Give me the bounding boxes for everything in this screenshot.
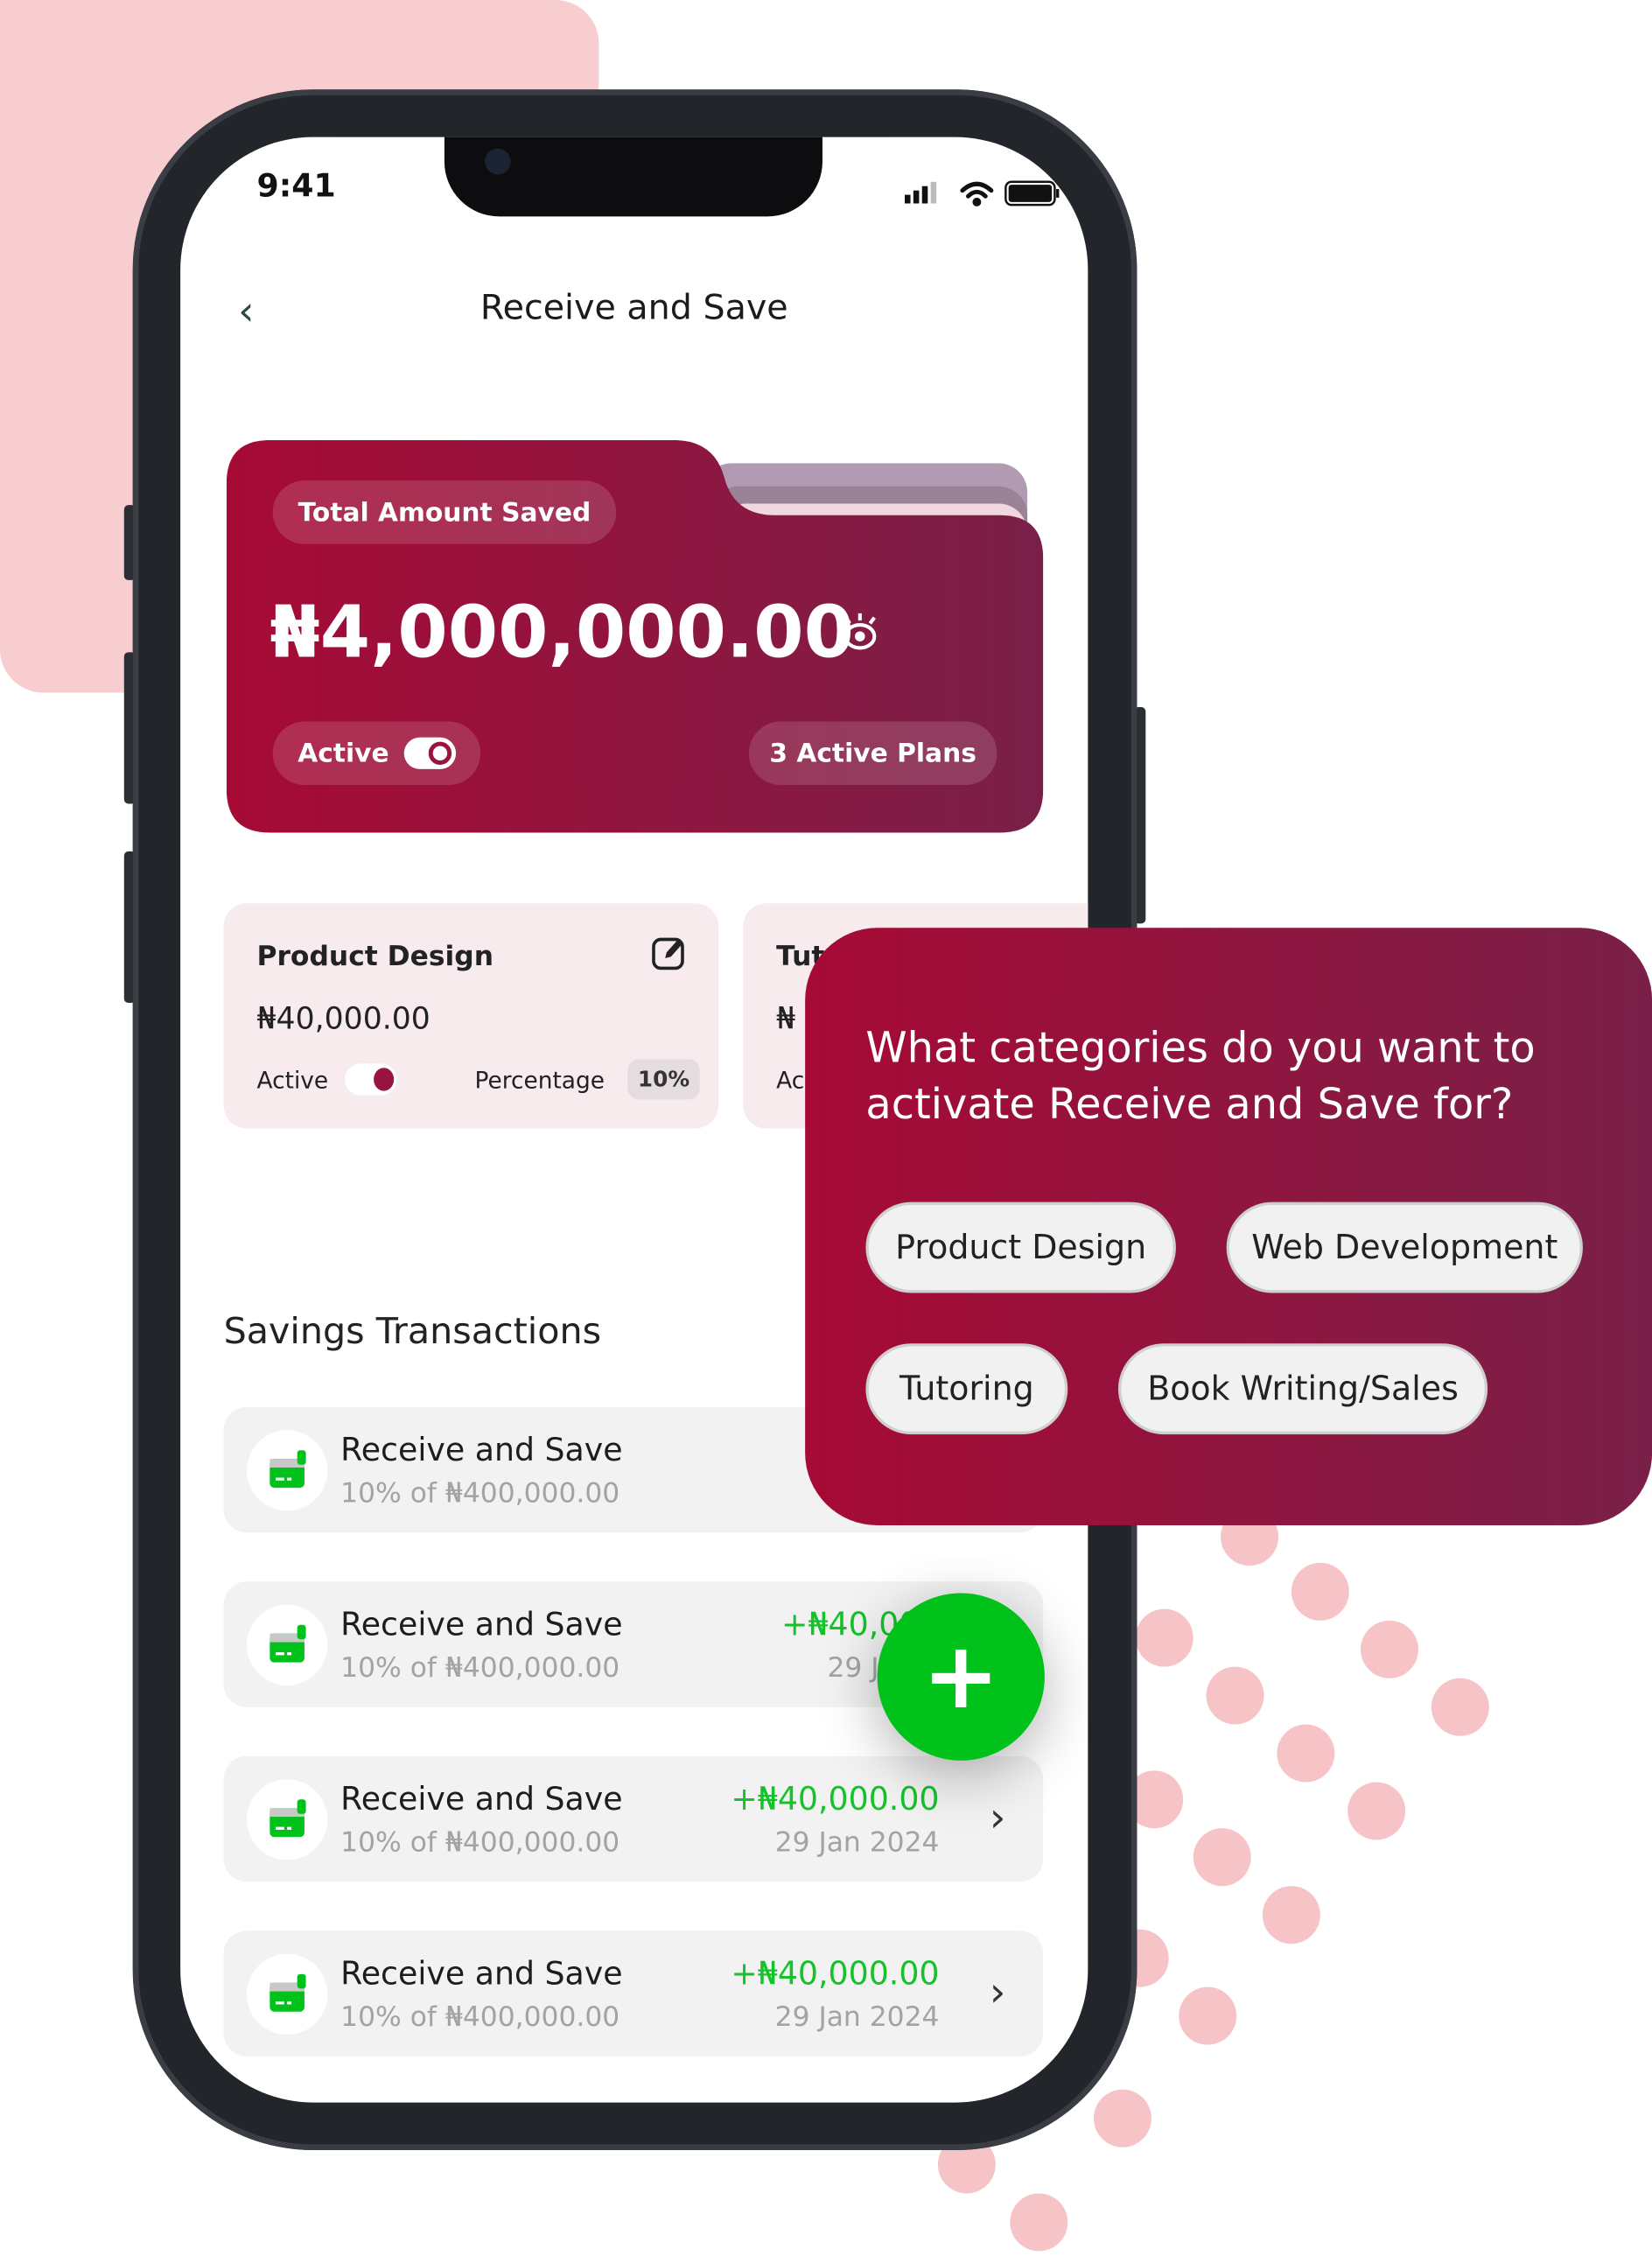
transaction-title: Receive and Save [340,1957,623,1993]
transaction-title: Receive and Save [340,1433,623,1469]
wallet-icon [246,1430,328,1511]
battery-icon [1004,180,1060,207]
camera-icon [485,148,511,175]
transaction-amount: +₦40,000.00 [731,1957,940,1993]
decorative-dot [1010,2193,1068,2252]
wifi-icon [960,181,994,207]
decorative-dot [1135,1608,1194,1667]
notch [444,137,822,217]
active-plans-badge[interactable]: 3 Active Plans [748,721,998,786]
decorative-dot [1093,2089,1152,2147]
wallet-icon [246,1779,328,1860]
transaction-subtitle: 10% of ₦400,000.00 [340,1652,620,1685]
status-time: 9:41 [256,168,336,206]
decorative-dot [1262,1886,1320,1944]
plan-active-toggle[interactable] [345,1063,397,1096]
percentage-label: Percentage [474,1066,605,1094]
popup-question: What categories do you want to activate … [865,1023,1536,1129]
transactions-heading: Savings Transactions [223,1310,602,1353]
wallet-icon [246,1604,328,1686]
page-title: Receive and Save [480,287,788,328]
wallet-icon [246,1953,328,2035]
chip-web-development[interactable]: Web Development [1226,1202,1583,1293]
transaction-subtitle: 10% of ₦400,000.00 [340,1826,620,1859]
plus-icon: + [922,1623,1000,1731]
signal-icon [904,181,937,204]
total-savings-card: Total Amount Saved ₦4,000,000.00 Active … [226,439,1044,833]
decorative-dot [1348,1782,1406,1840]
total-amount: ₦4,000,000.00 [270,590,855,675]
plan-status-label: Ac [776,1066,805,1094]
eye-icon[interactable] [838,611,881,660]
transaction-title: Receive and Save [340,1782,623,1818]
plan-amount: ₦40,000.00 [256,1001,430,1036]
chip-tutoring[interactable]: Tutoring [865,1343,1068,1435]
plan-amount: ₦ [776,1001,796,1036]
decorative-dot [1431,1678,1489,1736]
transaction-title: Receive and Save [340,1607,623,1644]
status-icons [904,180,1060,207]
transaction-subtitle: 10% of ₦400,000.00 [340,2001,620,2034]
add-button[interactable]: + [877,1593,1045,1761]
transaction-row[interactable]: Receive and Save 10% of ₦400,000.00 +₦40… [223,1930,1044,2056]
plan-card-product-design[interactable]: Product Design ₦40,000.00 Active Percent… [223,903,719,1129]
label-text: Total Amount Saved [298,497,592,528]
decorative-dot [1179,1986,1237,2045]
plan-name: Product Design [256,941,494,973]
category-popup: What categories do you want to activate … [805,928,1652,1525]
chevron-right-icon: › [989,1793,1006,1842]
chip-book-writing-sales[interactable]: Book Writing/Sales [1117,1343,1488,1435]
decorative-dot [1361,1620,1418,1678]
plan-status-label: Active [256,1066,329,1094]
total-amount-label: Total Amount Saved [272,480,617,544]
percentage-badge: 10% [627,1059,700,1100]
chevron-right-icon: › [989,1968,1006,2016]
transaction-amount: +₦40,000.00 [731,1782,940,1818]
decorative-dot [1206,1666,1264,1725]
chip-product-design[interactable]: Product Design [865,1202,1176,1293]
edit-icon[interactable] [651,935,689,978]
transaction-date: 29 Jan 2024 [774,1826,940,1859]
decorative-dot [1277,1724,1335,1783]
transaction-subtitle: 10% of ₦400,000.00 [340,1477,620,1510]
active-toggle-pill: Active [272,721,481,786]
active-toggle[interactable] [403,737,456,769]
active-label: Active [298,738,389,769]
active-plans-text: 3 Active Plans [769,738,976,769]
decorative-dot [1291,1562,1349,1621]
decorative-dot [1193,1828,1251,1887]
transaction-date: 29 Jan 2024 [774,2001,940,2034]
transaction-row[interactable]: Receive and Save 10% of ₦400,000.00 +₦40… [223,1755,1044,1882]
